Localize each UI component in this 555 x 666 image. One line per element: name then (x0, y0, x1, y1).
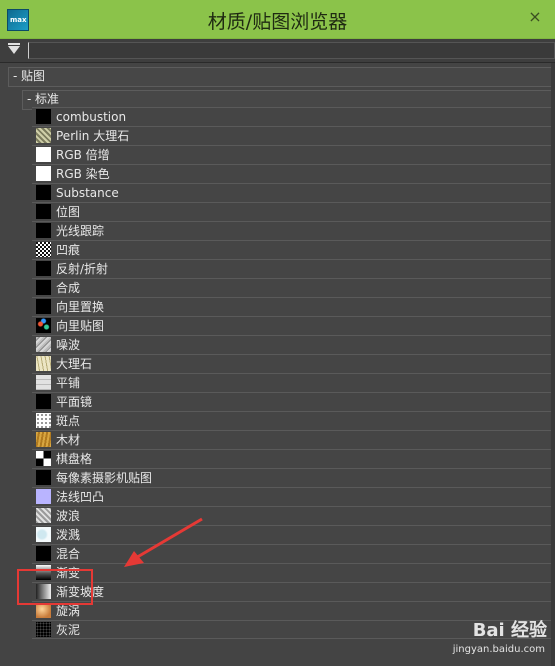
map-item[interactable]: 位图 (32, 202, 555, 221)
map-item[interactable]: RGB 染色 (32, 164, 555, 183)
map-item-label: 凹痕 (56, 243, 81, 257)
map-item[interactable]: 平面镜 (32, 392, 555, 411)
map-thumbnail-icon (36, 223, 51, 238)
map-item-label: 平铺 (56, 376, 81, 390)
map-item[interactable]: 棋盘格 (32, 449, 555, 468)
map-thumbnail-icon (36, 375, 51, 390)
map-thumbnail-icon (36, 204, 51, 219)
map-item[interactable]: 混合 (32, 544, 555, 563)
map-thumbnail-icon (36, 413, 51, 428)
map-thumbnail-icon (36, 128, 51, 143)
map-item[interactable]: 平铺 (32, 373, 555, 392)
map-thumbnail-icon (36, 280, 51, 295)
map-item[interactable]: 光线跟踪 (32, 221, 555, 240)
map-item[interactable]: 每像素摄影机贴图 (32, 468, 555, 487)
map-thumbnail-icon (36, 356, 51, 371)
map-thumbnail-icon (36, 546, 51, 561)
map-item-label: 泼溅 (56, 528, 81, 542)
map-item-label: Perlin 大理石 (56, 129, 130, 143)
map-item-label: Substance (56, 186, 119, 200)
map-item-label: RGB 倍增 (56, 148, 110, 162)
title-bar: max 材质/贴图浏览器 × (0, 0, 555, 39)
filter-dropdown-icon[interactable] (8, 43, 20, 54)
map-item-label: 噪波 (56, 338, 81, 352)
map-item[interactable]: 凹痕 (32, 240, 555, 259)
group-maps[interactable]: - 贴图 (8, 67, 555, 87)
map-thumbnail-icon (36, 622, 51, 637)
map-item-label: 向里贴图 (56, 319, 105, 333)
map-item-label: 棋盘格 (56, 452, 93, 466)
group-maps-toggle[interactable]: - (13, 67, 17, 86)
map-item[interactable]: 噪波 (32, 335, 555, 354)
map-item[interactable]: 木材 (32, 430, 555, 449)
group-maps-box (8, 67, 555, 87)
map-item-label: 混合 (56, 547, 81, 561)
map-thumbnail-icon (36, 261, 51, 276)
map-item-label: 平面镜 (56, 395, 93, 409)
map-item[interactable]: Perlin 大理石 (32, 126, 555, 145)
map-thumbnail-icon (36, 337, 51, 352)
map-item-label: 波浪 (56, 509, 81, 523)
map-thumbnail-icon (36, 185, 51, 200)
map-item-label: 反射/折射 (56, 262, 109, 276)
map-item[interactable]: 反射/折射 (32, 259, 555, 278)
map-item-label: 灰泥 (56, 623, 81, 637)
map-item-label: RGB 染色 (56, 167, 110, 181)
map-item-label: 法线凹凸 (56, 490, 105, 504)
map-item[interactable]: 渐变坡度 (32, 582, 555, 601)
map-thumbnail-icon (36, 318, 51, 333)
group-maps-label: 贴图 (21, 69, 46, 83)
map-item-label: 合成 (56, 281, 81, 295)
map-item[interactable]: 泼溅 (32, 525, 555, 544)
map-item[interactable]: 斑点 (32, 411, 555, 430)
toolbar (0, 39, 555, 63)
map-thumbnail-icon (36, 299, 51, 314)
map-thumbnail-icon (36, 508, 51, 523)
map-thumbnail-icon (36, 527, 51, 542)
map-thumbnail-icon (36, 489, 51, 504)
window-title: 材质/贴图浏览器 (207, 11, 348, 33)
map-item[interactable]: 向里置换 (32, 297, 555, 316)
map-item[interactable]: Substance (32, 183, 555, 202)
annotation-highlight-box (17, 569, 93, 605)
map-thumbnail-icon (36, 451, 51, 466)
watermark-url: jingyan.baidu.com (452, 644, 545, 655)
map-item[interactable]: 大理石 (32, 354, 555, 373)
map-item[interactable]: 法线凹凸 (32, 487, 555, 506)
search-input[interactable] (28, 42, 555, 59)
map-item[interactable]: RGB 倍增 (32, 145, 555, 164)
map-thumbnail-icon (36, 147, 51, 162)
map-item[interactable]: 向里贴图 (32, 316, 555, 335)
watermark: Bai 经验 jingyan.baidu.com (407, 614, 547, 664)
map-item-label: 木材 (56, 433, 81, 447)
map-item-label: 向里置换 (56, 300, 105, 314)
map-item[interactable]: 波浪 (32, 506, 555, 525)
map-item-label: 斑点 (56, 414, 81, 428)
map-thumbnail-icon (36, 470, 51, 485)
map-item[interactable]: 合成 (32, 278, 555, 297)
map-thumbnail-icon (36, 432, 51, 447)
map-thumbnail-icon (36, 109, 51, 124)
map-item[interactable]: combustion (32, 107, 555, 126)
map-item-label: 位图 (56, 205, 81, 219)
map-item-label: 每像素摄影机贴图 (56, 471, 153, 485)
map-thumbnail-icon (36, 166, 51, 181)
map-thumbnail-icon (36, 242, 51, 257)
close-button[interactable]: × (521, 4, 549, 30)
map-thumbnail-icon (36, 603, 51, 618)
map-item[interactable]: 渐变 (32, 563, 555, 582)
map-item-label: 光线跟踪 (56, 224, 105, 238)
watermark-logo: Bai 经验 (472, 620, 547, 641)
annotation-arrow-icon (124, 517, 203, 567)
group-standard-toggle[interactable]: - (27, 90, 31, 109)
map-item-label: combustion (56, 110, 127, 124)
map-thumbnail-icon (36, 394, 51, 409)
scrollbar[interactable] (551, 63, 555, 666)
map-list: combustion Perlin 大理石 RGB 倍增 RGB 染色 Substanc… (32, 107, 555, 639)
map-item-label: 大理石 (56, 357, 93, 371)
